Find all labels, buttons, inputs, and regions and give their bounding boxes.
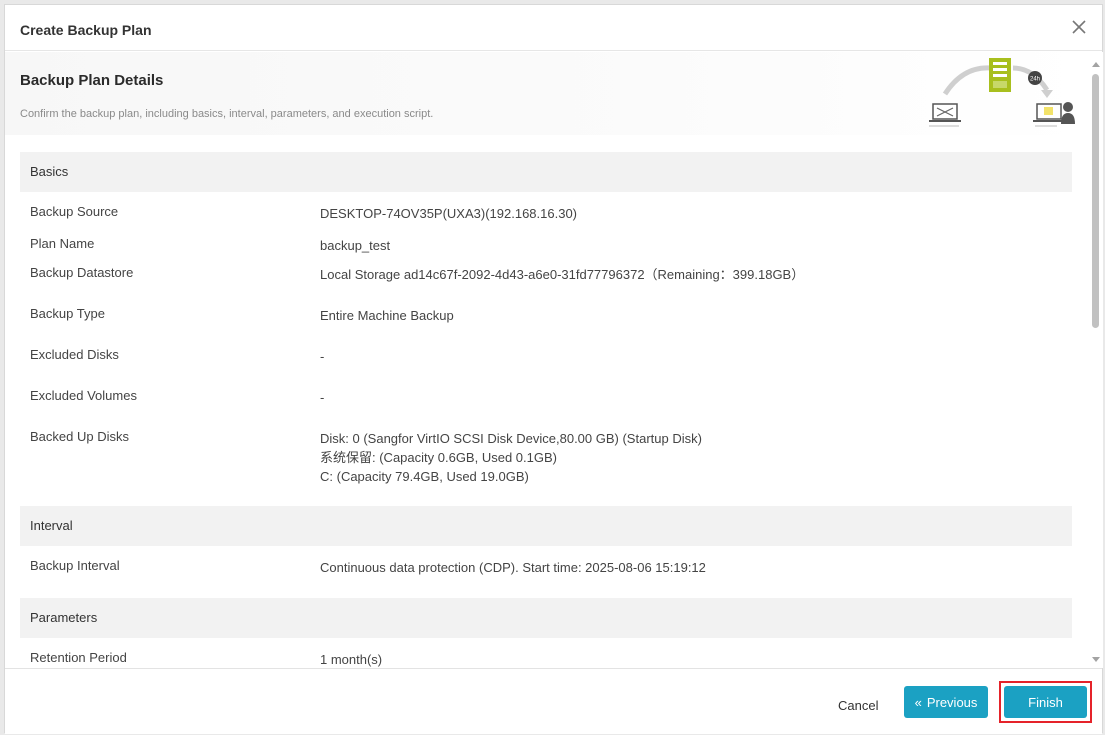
illustration-24h-badge: 24h [1030, 77, 1040, 83]
close-button[interactable] [1068, 16, 1090, 38]
row-plan-name: Plan Name backup_test [20, 224, 1072, 265]
details-header: Backup Plan Details Confirm the backup p… [5, 52, 1089, 135]
row-label: Backup Type [30, 306, 105, 321]
basics-group-header: Basics [20, 152, 1072, 192]
dialog-titlebar: Create Backup Plan [5, 5, 1102, 51]
row-value: Disk: 0 (Sangfor VirtIO SCSI Disk Device… [320, 431, 702, 484]
backup-illustration-icon: 24h [929, 58, 1075, 127]
dialog-title: Create Backup Plan [20, 22, 152, 38]
dialog-footer: Cancel « Previous Finish [5, 668, 1102, 734]
row-backup-interval: Backup Interval Continuous data protecti… [20, 546, 1072, 598]
row-label: Plan Name [30, 236, 95, 251]
dialog-content: Backup Plan Details Confirm the backup p… [5, 52, 1089, 668]
double-chevron-left-icon: « [914, 694, 922, 710]
row-label: Excluded Disks [30, 347, 119, 362]
row-value: Local Storage ad14c67f-2092-4d43-a6e0-31… [320, 267, 805, 282]
row-label: Backup Datastore [30, 265, 134, 280]
row-backup-type: Backup Type Entire Machine Backup [20, 306, 1072, 347]
scroll-thumb[interactable] [1092, 74, 1099, 328]
row-backed-up-disks: Backed Up Disks Disk: 0 (Sangfor VirtIO … [20, 429, 1072, 506]
row-backup-source: Backup Source DESKTOP-74OV35P(UXA3)(192.… [20, 192, 1072, 224]
row-excluded-volumes: Excluded Volumes - [20, 388, 1072, 429]
cancel-button[interactable]: Cancel [838, 698, 878, 713]
row-value: backup_test [320, 238, 391, 253]
row-value: Entire Machine Backup [320, 308, 454, 323]
section-description: Confirm the backup plan, including basic… [20, 108, 434, 120]
create-backup-plan-dialog: Create Backup Plan Backup Plan Details C… [4, 4, 1103, 734]
plan-details-table: Basics Backup Source DESKTOP-74OV35P(UXA… [20, 152, 1072, 668]
row-label: Retention Period [30, 650, 127, 665]
content-scrollbar[interactable] [1089, 52, 1103, 668]
row-label: Backed Up Disks [30, 429, 129, 444]
row-label: Excluded Volumes [30, 388, 137, 403]
section-title: Backup Plan Details [20, 72, 164, 89]
previous-button[interactable]: « Previous [904, 686, 988, 718]
previous-button-label: Previous [926, 694, 978, 710]
finish-button-highlight: Finish [999, 681, 1092, 723]
finish-button[interactable]: Finish [1004, 686, 1087, 718]
parameters-group-header: Parameters [20, 598, 1072, 638]
scroll-up-arrow-icon[interactable] [1092, 62, 1100, 67]
interval-group-header: Interval [20, 506, 1072, 546]
row-label: Backup Interval [30, 558, 120, 573]
row-value: Continuous data protection (CDP). Start … [320, 560, 706, 575]
close-icon [1072, 20, 1086, 34]
scroll-down-arrow-icon[interactable] [1092, 657, 1100, 662]
row-value: - [320, 349, 325, 364]
row-backup-datastore: Backup Datastore Local Storage ad14c67f-… [20, 265, 1072, 306]
row-value: - [320, 390, 325, 405]
row-label: Backup Source [30, 204, 119, 219]
row-value: DESKTOP-74OV35P(UXA3)(192.168.16.30) [320, 206, 578, 221]
row-value: 1 month(s) [320, 652, 383, 667]
row-excluded-disks: Excluded Disks - [20, 347, 1072, 388]
row-retention-period: Retention Period 1 month(s) [20, 638, 1072, 668]
